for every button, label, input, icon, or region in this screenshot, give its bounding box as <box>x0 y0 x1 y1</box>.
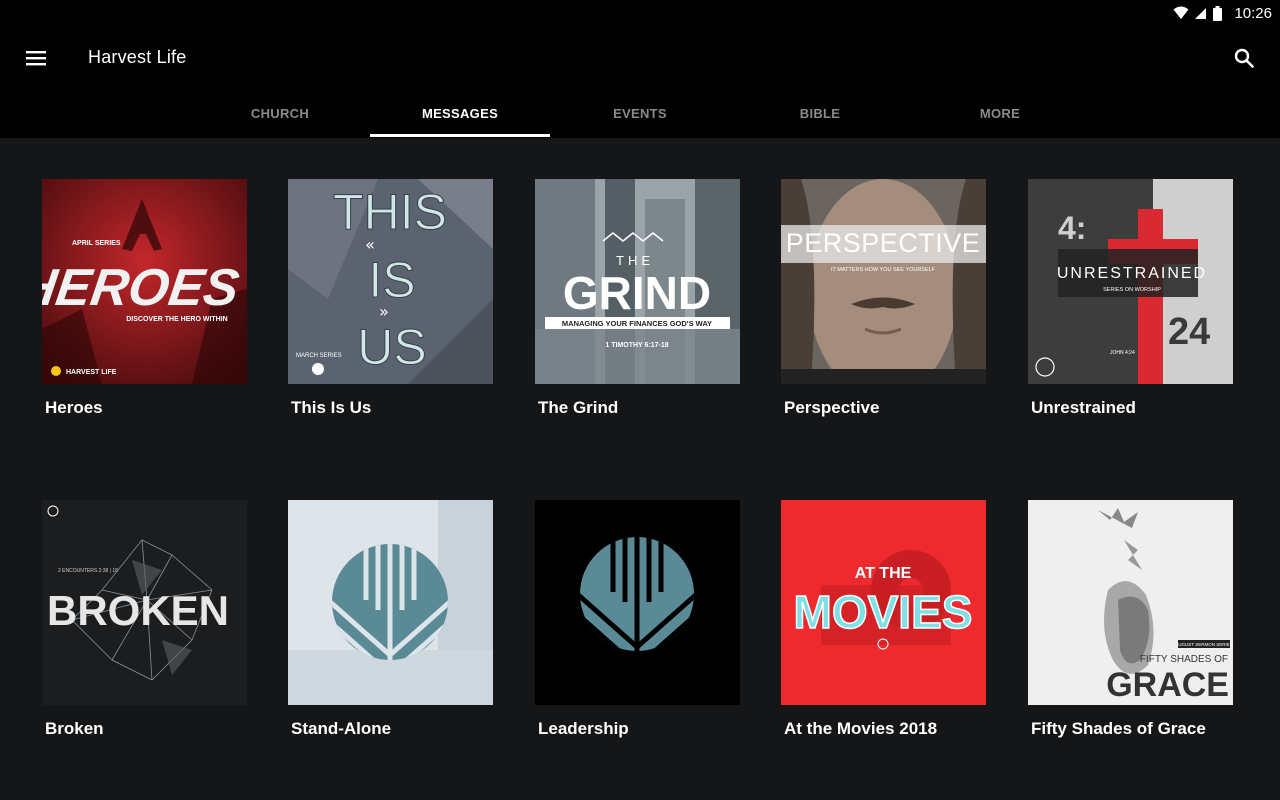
tab-bible[interactable]: BIBLE <box>730 88 910 138</box>
app-title: Harvest Life <box>88 47 187 67</box>
unrestrained-art-main: UNRESTRAINED <box>1057 265 1207 282</box>
tab-church[interactable]: CHURCH <box>190 88 370 138</box>
this-is-us-art-line3: US <box>357 319 426 375</box>
tab-events[interactable]: EVENTS <box>550 88 730 138</box>
series-title: Leadership <box>538 719 629 738</box>
series-title: Perspective <box>784 398 880 417</box>
fifty-shades-art-tag: AUGUST SERMON SERIES <box>1175 642 1232 647</box>
series-card-broken[interactable]: BROKEN 2 ENCOUNTERS 2:38 | 18 Broken <box>42 500 247 739</box>
leadership-artwork <box>535 500 740 705</box>
broken-art-sub: 2 ENCOUNTERS 2:38 | 18 <box>58 568 118 574</box>
series-artwork[interactable]: THE GRIND MANAGING YOUR FINANCES GOD'S W… <box>535 179 740 384</box>
battery-icon <box>1213 5 1223 21</box>
fifty-shades-artwork: AUGUST SERMON SERIES FIFTY SHADES OF GRA… <box>1028 500 1233 705</box>
series-card-perspective[interactable]: PERSPECTIVE IT MATTERS HOW YOU SEE YOURS… <box>781 179 986 418</box>
at-the-movies-art-top: AT THE <box>855 565 912 582</box>
wifi-icon <box>1173 6 1189 19</box>
heroes-art-main: HEROES <box>42 259 243 317</box>
this-is-us-art-tag: MARCH SERIES <box>296 353 342 359</box>
fifty-shades-art-main: GRACE <box>1106 666 1229 704</box>
heroes-art-brand: HARVEST LIFE <box>66 369 117 376</box>
perspective-art-sub: IT MATTERS HOW YOU SEE YOURSELF <box>831 267 936 273</box>
search-icon <box>1234 48 1254 68</box>
status-bar: 10:26 <box>0 0 1280 26</box>
series-artwork[interactable]: AUGUST SERMON SERIES FIFTY SHADES OF GRA… <box>1028 500 1233 705</box>
series-title: At the Movies 2018 <box>784 719 938 738</box>
heroes-art-sub: DISCOVER THE HERO WITHIN <box>126 316 228 323</box>
series-card-the-grind[interactable]: THE GRIND MANAGING YOUR FINANCES GOD'S W… <box>535 179 740 418</box>
series-card-at-the-movies[interactable]: AT THE MOVIES At the Movies 2018 <box>781 500 986 739</box>
stand-alone-artwork <box>288 500 493 705</box>
unrestrained-art-num2: 24 <box>1168 311 1210 353</box>
broken-art-main: BROKEN <box>47 587 229 634</box>
unrestrained-art-ref: JOHN 4:24 <box>1110 350 1135 356</box>
heroes-artwork: APRIL SERIES HEROES DISCOVER THE HERO WI… <box>42 179 247 384</box>
series-artwork[interactable]: APRIL SERIES HEROES DISCOVER THE HERO WI… <box>42 179 247 384</box>
this-is-us-art-line2: IS <box>368 252 415 308</box>
status-time: 10:26 <box>1234 4 1272 22</box>
series-artwork[interactable]: AT THE MOVIES <box>781 500 986 705</box>
series-title: Fifty Shades of Grace <box>1031 719 1206 738</box>
brand-logo-icon <box>51 366 61 376</box>
perspective-artwork: PERSPECTIVE IT MATTERS HOW YOU SEE YOURS… <box>781 179 986 384</box>
series-card-leadership[interactable]: Leadership <box>535 500 740 739</box>
series-artwork[interactable]: 4: UNRESTRAINED SERIES ON WORSHIP 24 JOH… <box>1028 179 1233 384</box>
series-card-this-is-us[interactable]: THIS « IS » US MARCH SERIES This Is Us <box>288 179 493 418</box>
app-bar: Harvest Life CHURCH MESSAGES EVENTS BIBL… <box>0 26 1280 138</box>
this-is-us-artwork: THIS « IS » US MARCH SERIES <box>288 179 493 384</box>
unrestrained-art-num1: 4: <box>1058 210 1086 246</box>
series-artwork[interactable] <box>288 500 493 705</box>
unrestrained-art-sub: SERIES ON WORSHIP <box>1103 287 1161 293</box>
series-artwork[interactable]: THIS « IS » US MARCH SERIES <box>288 179 493 384</box>
fifty-shades-art-line1: FIFTY SHADES OF <box>1140 654 1228 665</box>
series-card-stand-alone[interactable]: Stand-Alone <box>288 500 493 739</box>
the-grind-art-ref: 1 TIMOTHY 6:17-18 <box>605 342 668 349</box>
series-card-fifty-shades-of-grace[interactable]: AUGUST SERMON SERIES FIFTY SHADES OF GRA… <box>1028 500 1233 739</box>
series-title: Stand-Alone <box>291 719 392 738</box>
perspective-art-main: PERSPECTIVE <box>786 228 981 258</box>
series-title: Broken <box>45 719 104 738</box>
series-title: Unrestrained <box>1031 398 1136 417</box>
menu-button[interactable] <box>22 44 50 72</box>
status-icons: 10:26 <box>1173 0 1272 26</box>
search-button[interactable] <box>1230 44 1258 72</box>
hamburger-menu-icon <box>26 51 46 66</box>
series-title: This Is Us <box>291 398 372 417</box>
the-grind-art-main: GRIND <box>563 267 711 319</box>
the-grind-art-the: THE <box>616 253 654 268</box>
this-is-us-art-line1: THIS <box>333 184 447 240</box>
the-grind-artwork: THE GRIND MANAGING YOUR FINANCES GOD'S W… <box>535 179 740 384</box>
tab-bar: CHURCH MESSAGES EVENTS BIBLE MORE <box>190 88 1090 138</box>
series-card-unrestrained[interactable]: 4: UNRESTRAINED SERIES ON WORSHIP 24 JOH… <box>1028 179 1233 418</box>
at-the-movies-artwork: AT THE MOVIES <box>781 500 986 705</box>
unrestrained-artwork: 4: UNRESTRAINED SERIES ON WORSHIP 24 JOH… <box>1028 179 1233 384</box>
tab-more[interactable]: MORE <box>910 88 1090 138</box>
tab-messages[interactable]: MESSAGES <box>370 88 550 138</box>
series-title: Heroes <box>45 398 103 417</box>
series-title: The Grind <box>538 398 619 417</box>
series-artwork[interactable]: BROKEN 2 ENCOUNTERS 2:38 | 18 <box>42 500 247 705</box>
at-the-movies-art-main: MOVIES <box>794 586 973 638</box>
the-grind-art-sub: MANAGING YOUR FINANCES GOD'S WAY <box>562 319 712 328</box>
series-card-heroes[interactable]: APRIL SERIES HEROES DISCOVER THE HERO WI… <box>42 179 247 418</box>
brand-logo-icon <box>312 363 324 375</box>
series-artwork[interactable]: PERSPECTIVE IT MATTERS HOW YOU SEE YOURS… <box>781 179 986 384</box>
heroes-art-top: APRIL SERIES <box>72 240 121 247</box>
cell-signal-icon <box>1195 8 1207 19</box>
broken-artwork: BROKEN 2 ENCOUNTERS 2:38 | 18 <box>42 500 247 705</box>
series-artwork[interactable] <box>535 500 740 705</box>
